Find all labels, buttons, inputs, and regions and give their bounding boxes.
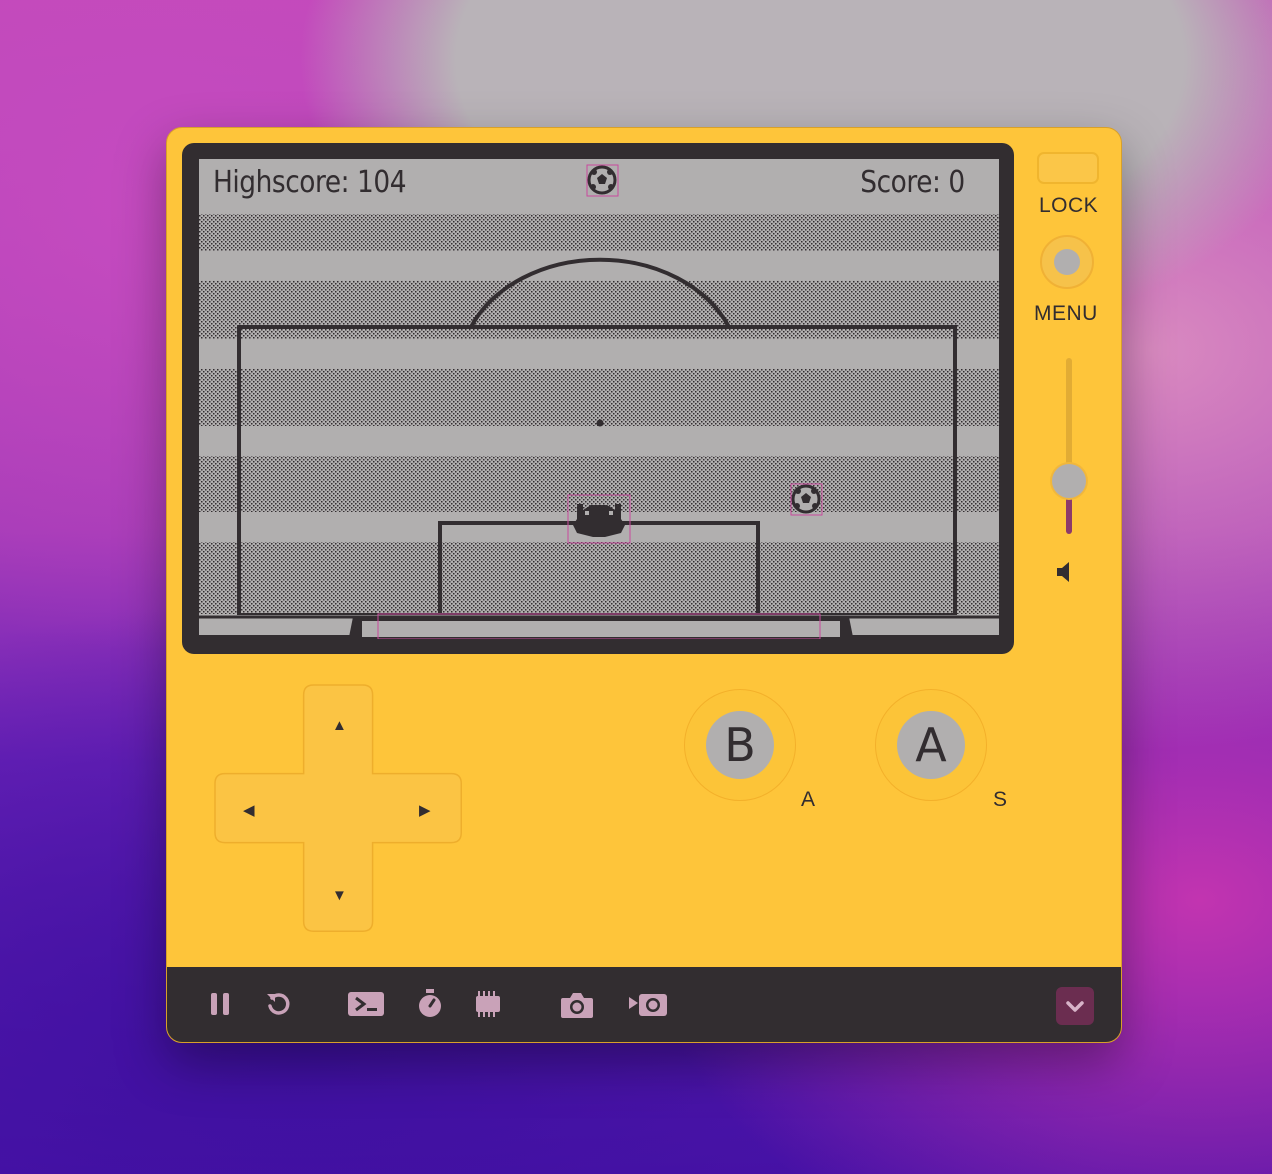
a-button[interactable]: A bbox=[875, 689, 987, 801]
restart-icon[interactable] bbox=[265, 991, 291, 1022]
game-screen[interactable]: Highscore: 104 Score: 0 bbox=[199, 159, 999, 639]
game-field bbox=[199, 159, 999, 639]
dpad-left-icon[interactable]: ◀ bbox=[243, 801, 255, 819]
screenshot-icon[interactable] bbox=[560, 991, 594, 1024]
b-button-label: B bbox=[706, 711, 774, 779]
pitch-stripe bbox=[199, 339, 999, 369]
highscore-text: Highscore: 104 bbox=[213, 165, 407, 200]
a-button-key-hint: S bbox=[993, 788, 1008, 811]
screen-bezel: Highscore: 104 Score: 0 bbox=[182, 143, 1014, 654]
collapse-chevron-icon bbox=[1066, 1001, 1084, 1012]
menu-button[interactable] bbox=[1040, 235, 1094, 289]
dpad[interactable]: ▲ ▼ ◀ ▶ bbox=[213, 683, 467, 942]
console-icon[interactable] bbox=[347, 991, 385, 1022]
collapse-button[interactable] bbox=[1056, 987, 1094, 1025]
dpad-up-icon[interactable]: ▲ bbox=[332, 717, 347, 734]
simulator-toolbar bbox=[167, 967, 1121, 1042]
lock-label: LOCK bbox=[1039, 194, 1099, 217]
stopwatch-icon[interactable] bbox=[417, 989, 443, 1024]
volume-slider-track[interactable] bbox=[1066, 358, 1072, 534]
penalty-spot bbox=[596, 419, 604, 427]
a-button-label: A bbox=[897, 711, 965, 779]
b-button-key-hint: A bbox=[801, 788, 816, 811]
record-video-icon[interactable] bbox=[628, 991, 668, 1024]
pitch-stripe bbox=[199, 426, 999, 456]
b-button[interactable]: B bbox=[684, 689, 796, 801]
goal-net-bar bbox=[362, 621, 840, 637]
playdate-simulator-device: Highscore: 104 Score: 0 LOCK MENU ▲ ▼ ◀ … bbox=[166, 127, 1122, 1043]
volume-slider-thumb[interactable] bbox=[1052, 464, 1086, 499]
speaker-icon bbox=[1055, 560, 1075, 589]
pause-icon[interactable] bbox=[210, 991, 230, 1022]
menu-label: MENU bbox=[1034, 302, 1098, 325]
dpad-down-icon[interactable]: ▼ bbox=[332, 887, 347, 904]
lock-button[interactable] bbox=[1037, 152, 1099, 184]
dpad-right-icon[interactable]: ▶ bbox=[419, 801, 431, 819]
cpu-icon[interactable] bbox=[473, 991, 503, 1022]
score-text: Score: 0 bbox=[860, 165, 965, 200]
pitch-stripe bbox=[199, 251, 999, 281]
